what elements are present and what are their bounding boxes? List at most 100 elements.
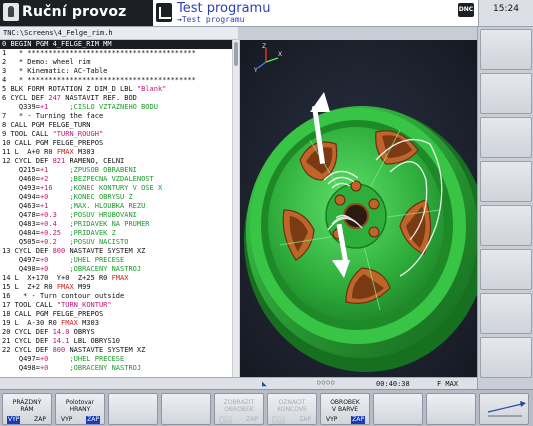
scrollbar-thumb[interactable] [234,42,238,66]
axis-y-label: Y [253,67,258,74]
softkey-5[interactable]: ZOBRAZIT OBROBEK VYP ZAP [214,393,264,425]
line-text: Q484=+0.25 ;PRIDAVEK Z [6,229,116,237]
program-line[interactable]: 7 * - Turning the face [0,112,232,121]
horizontal-softkey-row: PRÁZDNÝ RÁM VYP ZAP Polotovar HRANY VYP ZAP ZOBR… [0,389,533,426]
program-line[interactable]: 17 TOOL CALL "TURN_KONTUR" [0,301,232,310]
program-line[interactable]: 9 TOOL CALL "TURN_ROUGH" [0,130,232,139]
toggle-on-label: ZAP [34,416,46,423]
program-listing[interactable]: 0 BEGIN PGM 4_FELGE_RIM MM 1 * **********… [0,40,232,377]
softkey-1[interactable]: PRÁZDNÝ RÁM VYP ZAP [2,393,52,425]
program-line[interactable]: Q497=+0 ;UHEL PRECESE [0,355,232,364]
line-text: Q463=+1 ;MAX. HLOUBKA REZU [6,202,146,210]
program-line[interactable]: 21 CYCL DEF 14.1 LBL OBRYS10 [0,337,232,346]
line-text: CYCL DEF 800 NASTAVTE SYSTEM XZ [14,247,146,255]
test-run-icon [156,3,172,22]
vertical-softkey-5[interactable] [480,205,532,246]
softkey-7[interactable]: OBROBEK V BARVE VYP ZAP [320,393,370,425]
line-number: 19 [2,319,11,327]
vertical-softkey-2[interactable] [480,73,532,114]
programming-mode-subtitle: →Test programu [177,15,244,24]
dnc-indicator: DNC [458,3,474,17]
line-text: CYCL DEF 14.0 OBRYS [14,328,95,336]
program-line[interactable]: 4 * ************************************… [0,76,232,85]
program-line[interactable]: 16 * - Turn contour outside [0,292,232,301]
line-text: Q339=+1 ;CISLO VZTAZNEHO BODU [6,103,158,111]
clock: 15:24 [478,0,533,26]
program-line[interactable]: Q478=+0.3 ;POSUV HRUBOVANI [0,211,232,220]
toggle-off-label: VYP [219,416,233,424]
program-line[interactable]: 10 CALL PGM FELGE_PREPOS [0,139,232,148]
program-line[interactable]: Q494=+0 ;KONEC OBRYSU Z [0,193,232,202]
vertical-softkey-8[interactable] [480,337,532,378]
program-line[interactable]: Q505=+0.2 ;POSUV NACISTO [0,238,232,247]
line-number: 10 [2,139,11,147]
line-text: Q494=+0 ;KONEC OBRYSU Z [6,193,133,201]
softkey-9[interactable] [426,393,476,425]
program-line[interactable]: Q493=+16 ;KONEC KONTURY V OSE X [0,184,232,193]
line-number: 16 [2,292,11,300]
program-line[interactable]: 20 CYCL DEF 14.0 OBRYS [0,328,232,337]
toggle-off-label: VYP [326,416,338,423]
wheel-rim-render: Z X Y [240,40,477,377]
softkey-toggle: VYP ZAP [58,416,102,424]
line-number: 12 [2,157,11,165]
line-text: Q478=+0.3 ;POSUV HRUBOVANI [6,211,137,219]
program-line[interactable]: 6 CYCL DEF 247 NASTAVIT REF. BOD [0,94,232,103]
toggle-on-label: ZAP [246,416,258,423]
machining-time: 00:40:38 [376,380,410,388]
program-line[interactable]: 0 BEGIN PGM 4_FELGE_RIM MM [0,40,232,49]
line-text: TOOL CALL "TURN_ROUGH" [10,130,104,138]
program-line[interactable]: 5 BLK FORM ROTATION Z DIM_D LBL "Blank" [0,85,232,94]
program-line[interactable]: Q460=+2 ;BEZPECNA VZDALENOST [0,175,232,184]
line-text: Q493=+16 ;KONEC KONTURY V OSE X [6,184,163,192]
line-number: 6 [2,94,7,102]
softkey-6[interactable]: OZNACIT KONCOVE VYP ZAP [267,393,317,425]
status-strip-left [0,377,240,389]
program-line[interactable]: 3 * Kinematic: AC-Table [0,67,232,76]
line-number: 4 [2,76,7,84]
line-text: * **************************************… [10,76,196,84]
softkey-3[interactable] [108,393,158,425]
simulation-graphic[interactable]: Z X Y [240,40,477,377]
program-line[interactable]: Q483=+0.4 ;PRIDAVEK NA PRUMER [0,220,232,229]
program-line[interactable]: 1 * ************************************… [0,49,232,58]
softkey-2[interactable]: Polotovar HRANY VYP ZAP [55,393,105,425]
line-text: * **************************************… [10,49,196,57]
feed-override-softkey[interactable] [479,393,529,425]
program-line[interactable]: Q497=+0 ;UHEL PRECESE [0,256,232,265]
softkey-8[interactable] [373,393,423,425]
line-number: 14 [2,274,11,282]
vertical-softkey-7[interactable] [480,293,532,334]
program-line[interactable]: 14 L X+170 Y+0 Z+25 R0 FMAX [0,274,232,283]
line-text: Q483=+0.4 ;PRIDAVEK NA PRUMER [6,220,150,228]
vertical-softkey-1[interactable] [480,29,532,70]
program-line[interactable]: Q215=+1 ;ZPUSOB OBRABENI [0,166,232,175]
program-line[interactable]: Q498=+0 ;OBRACENY NASTROJ [0,265,232,274]
line-number: 15 [2,283,11,291]
listing-scrollbar[interactable] [232,40,239,377]
program-line[interactable]: Q498=+0 ;OBRACENY NASTROJ [0,364,232,373]
program-line[interactable]: 11 L A+0 R0 FMAX M303 [0,148,232,157]
line-text: * - Turn contour outside [14,292,125,300]
program-line[interactable]: 19 L A-30 R0 FMAX M303 [0,319,232,328]
program-line[interactable]: 12 CYCL DEF 821 RAMENO, CELNI [0,157,232,166]
line-text: CALL PGM FELGE_PREPOS [14,139,104,147]
speed-icon: ◣ [262,379,267,388]
vertical-softkey-4[interactable] [480,161,532,202]
program-line[interactable]: Q339=+1 ;CISLO VZTAZNEHO BODU [0,103,232,112]
program-line[interactable]: 15 L Z+2 R0 FMAX M99 [0,283,232,292]
program-line[interactable]: 18 CALL PGM FELGE_PREPOS [0,310,232,319]
softkey-toggle: VYP ZAP [5,416,49,424]
line-text: CYCL DEF 247 NASTAVIT REF. BOD [10,94,137,102]
programming-mode-panel[interactable]: Test programu →Test programu [153,0,456,26]
program-line[interactable]: 13 CYCL DEF 800 NASTAVTE SYSTEM XZ [0,247,232,256]
program-line[interactable]: 2 * Demo: wheel rim [0,58,232,67]
program-line[interactable]: Q463=+1 ;MAX. HLOUBKA REZU [0,202,232,211]
softkey-4[interactable] [161,393,211,425]
vertical-softkey-6[interactable] [480,249,532,290]
program-line[interactable]: 22 CYCL DEF 800 NASTAVTE SYSTEM XZ [0,346,232,355]
vertical-softkey-3[interactable] [480,117,532,158]
program-line[interactable]: 8 CALL PGM FELGE_TURN [0,121,232,130]
program-line[interactable]: Q484=+0.25 ;PRIDAVEK Z [0,229,232,238]
machine-mode-panel[interactable]: Ruční provoz [0,0,153,26]
